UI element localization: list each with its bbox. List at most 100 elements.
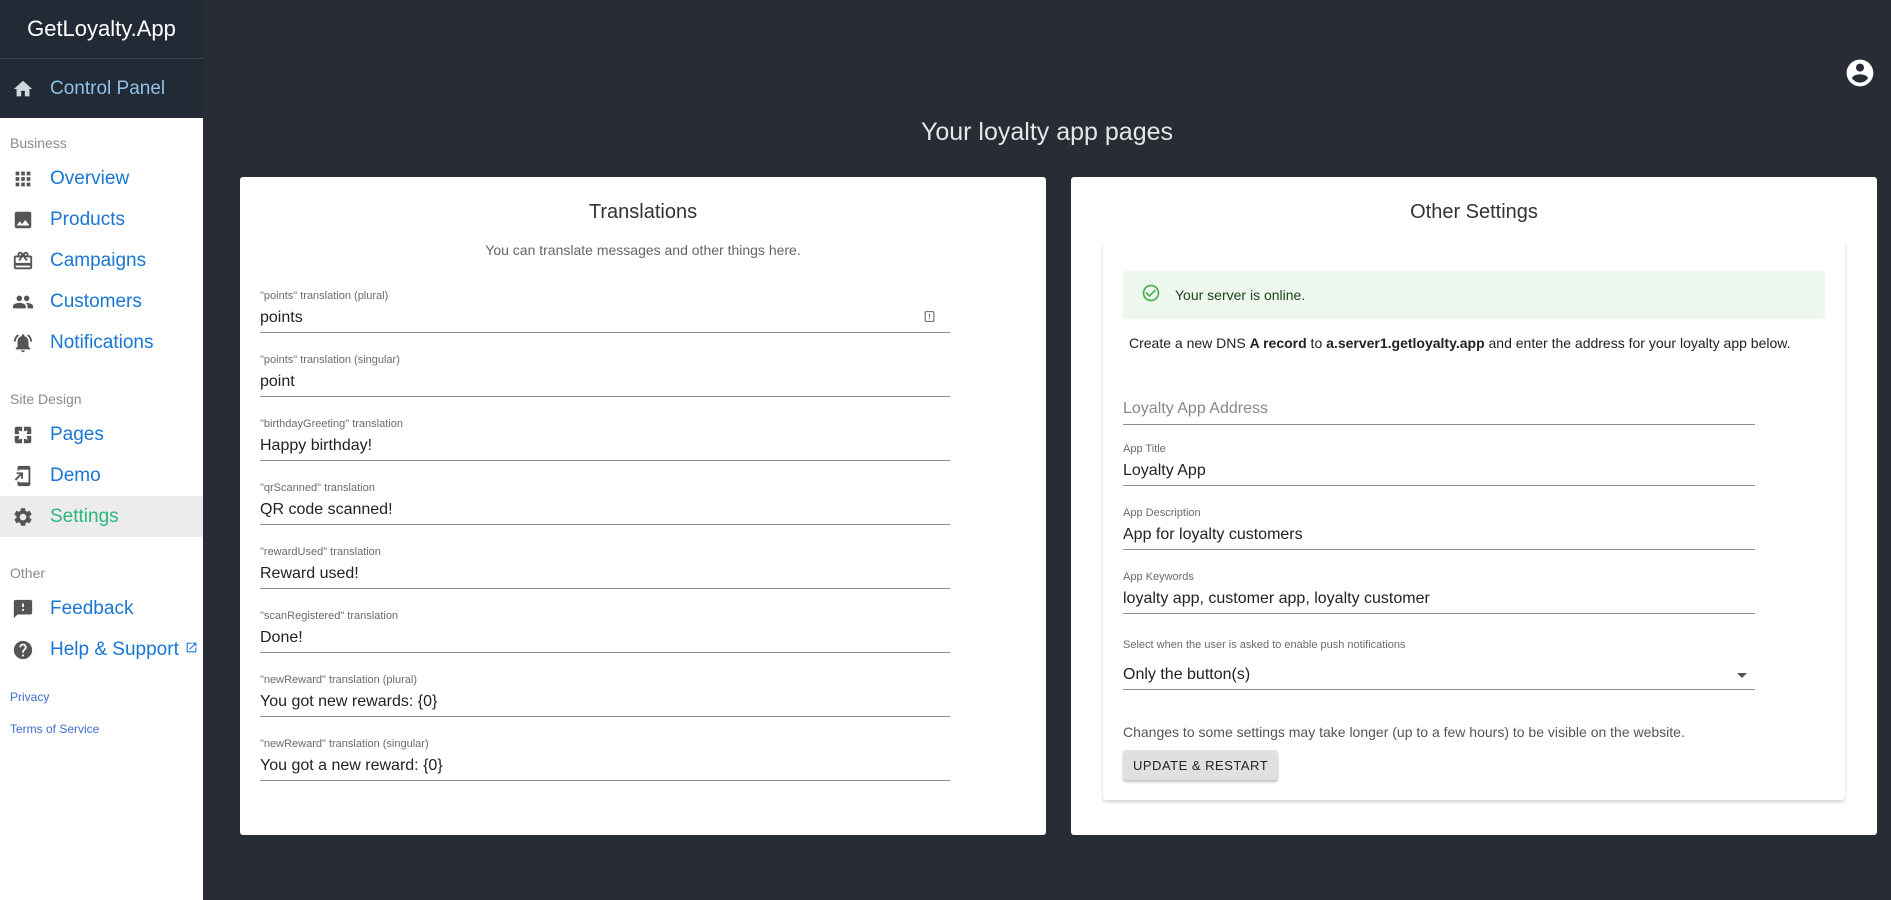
sidebar-item-label: Control Panel xyxy=(50,77,166,99)
gear-icon xyxy=(12,506,34,528)
app-brand[interactable]: GetLoyalty.App xyxy=(0,0,203,59)
sidebar-item-label: Customers xyxy=(50,290,142,312)
terms-link[interactable]: Terms of Service xyxy=(0,722,203,736)
field-label: "scanRegistered" translation xyxy=(260,610,399,622)
phone-link-icon xyxy=(12,465,34,487)
sidebar-item-notifications[interactable]: Notifications xyxy=(0,322,203,363)
sidebar-item-demo[interactable]: Demo xyxy=(0,455,203,496)
bell-ringing-icon xyxy=(12,332,34,354)
external-link-icon xyxy=(179,641,198,659)
image-icon xyxy=(12,209,34,231)
sidebar-item-help[interactable]: Help & Support xyxy=(0,629,203,670)
field-value[interactable]: QR code scanned! xyxy=(260,501,950,524)
field-label: "newReward" translation (singular) xyxy=(260,738,429,750)
field-value[interactable]: Loyalty App xyxy=(1123,462,1755,485)
translation-field-birthday-greeting[interactable]: "birthdayGreeting" translation Happy bir… xyxy=(260,418,950,461)
sidebar-item-label: Feedback xyxy=(50,597,134,619)
field-value[interactable]: points xyxy=(260,309,950,332)
sidebar-item-customers[interactable]: Customers xyxy=(0,281,203,322)
sidebar-item-overview[interactable]: Overview xyxy=(0,158,203,199)
field-value[interactable]: App for loyalty customers xyxy=(1123,526,1755,549)
sidebar-item-label: Demo xyxy=(50,464,101,486)
apps-grid-icon xyxy=(12,168,34,190)
page-title: Your loyalty app pages xyxy=(920,118,1174,146)
feedback-icon xyxy=(12,598,34,620)
home-icon xyxy=(12,78,34,100)
translation-field-points-singular[interactable]: "points" translation (singular) point xyxy=(260,354,950,397)
translation-field-new-reward-singular[interactable]: "newReward" translation (singular) You g… xyxy=(260,738,950,781)
sidebar-item-label: Campaigns xyxy=(50,249,147,271)
server-status-alert: Your server is online. xyxy=(1123,271,1825,319)
sidebar-item-settings[interactable]: Settings xyxy=(0,496,203,537)
translations-card: Translations You can translate messages … xyxy=(240,177,1046,835)
sidebar-item-label: Products xyxy=(50,208,125,230)
sidebar-item-feedback[interactable]: Feedback xyxy=(0,588,203,629)
field-value[interactable]: Happy birthday! xyxy=(260,437,950,460)
field-value[interactable]: loyalty app, customer app, loyalty custo… xyxy=(1123,590,1755,613)
dns-instructions: Create a new DNS A record to a.server1.g… xyxy=(1129,335,1790,351)
dns-prefix: Create a new DNS xyxy=(1129,335,1250,351)
sidebar-item-label: Overview xyxy=(50,167,130,189)
app-keywords-field[interactable]: App Keywords loyalty app, customer app, … xyxy=(1123,571,1755,614)
field-label: "newReward" translation (plural) xyxy=(260,674,417,686)
update-restart-button[interactable]: UPDATE & RESTART xyxy=(1123,750,1279,780)
app-description-field[interactable]: App Description App for loyalty customer… xyxy=(1123,507,1755,550)
field-label: "rewardUsed" translation xyxy=(260,546,381,558)
loyalty-app-address-field[interactable]: Loyalty App Address xyxy=(1123,400,1755,425)
sidebar-item-label: Notifications xyxy=(50,331,154,353)
app-title-field[interactable]: App Title Loyalty App xyxy=(1123,443,1755,486)
sidebar-item-pages[interactable]: Pages xyxy=(0,414,203,455)
select-value[interactable]: Only the button(s) xyxy=(1123,666,1755,689)
privacy-link[interactable]: Privacy xyxy=(0,690,203,704)
field-label: Select when the user is asked to enable … xyxy=(1123,639,1406,651)
section-label-other: Other xyxy=(10,565,46,581)
gift-card-icon xyxy=(12,250,34,272)
translations-title: Translations xyxy=(588,201,698,223)
push-notification-select[interactable]: Select when the user is asked to enable … xyxy=(1123,639,1755,690)
field-value[interactable]: Reward used! xyxy=(260,565,950,588)
field-label: App Title xyxy=(1123,443,1166,455)
field-label: App Keywords xyxy=(1123,571,1194,583)
translation-field-qr-scanned[interactable]: "qrScanned" translation QR code scanned! xyxy=(260,482,950,525)
help-icon xyxy=(12,639,34,661)
dns-record-type: A record xyxy=(1249,335,1307,351)
people-icon xyxy=(12,291,34,313)
field-value[interactable]: You got a new reward: {0} xyxy=(260,757,950,780)
pages-icon xyxy=(12,424,34,446)
sidebar-item-products[interactable]: Products xyxy=(0,199,203,240)
translation-field-new-reward-plural[interactable]: "newReward" translation (plural) You got… xyxy=(260,674,950,717)
dns-middle: to xyxy=(1306,335,1327,351)
sidebar-item-control-panel[interactable]: Control Panel xyxy=(0,59,203,118)
translations-subtitle: You can translate messages and other thi… xyxy=(485,242,801,258)
settings-panel: Your server is online. Create a new DNS … xyxy=(1103,241,1845,800)
field-label: "points" translation (singular) xyxy=(260,354,400,366)
field-label: "birthdayGreeting" translation xyxy=(260,418,403,430)
check-circle-icon xyxy=(1141,283,1161,308)
field-placeholder[interactable]: Loyalty App Address xyxy=(1123,400,1755,424)
field-label: App Description xyxy=(1123,507,1201,519)
field-label: "points" translation (plural) xyxy=(260,290,389,302)
settings-note: Changes to some settings may take longer… xyxy=(1123,724,1685,740)
server-status-text: Your server is online. xyxy=(1175,287,1306,303)
section-label-site-design: Site Design xyxy=(10,391,82,407)
sidebar-item-campaigns[interactable]: Campaigns xyxy=(0,240,203,281)
sidebar-item-label: Pages xyxy=(50,423,104,445)
translation-field-points-plural[interactable]: "points" translation (plural) points xyxy=(260,290,950,333)
field-label: "qrScanned" translation xyxy=(260,482,375,494)
field-value[interactable]: You got new rewards: {0} xyxy=(260,693,950,716)
sidebar-item-label: Settings xyxy=(50,505,119,527)
sidebar: GetLoyalty.App Control Panel Business Ov… xyxy=(0,0,203,900)
other-settings-card: Other Settings Your server is online. Cr… xyxy=(1071,177,1877,835)
dns-server-name: a.server1.getloyalty.app xyxy=(1326,335,1485,351)
other-settings-title: Other Settings xyxy=(1410,201,1538,223)
field-value[interactable]: point xyxy=(260,373,950,396)
sidebar-item-label: Help & Support xyxy=(50,638,179,660)
password-manager-icon[interactable] xyxy=(923,310,936,328)
chevron-down-icon[interactable] xyxy=(1737,673,1747,678)
account-circle-icon[interactable] xyxy=(1844,57,1876,89)
section-label-business: Business xyxy=(10,135,67,151)
translation-field-reward-used[interactable]: "rewardUsed" translation Reward used! xyxy=(260,546,950,589)
translation-field-scan-registered[interactable]: "scanRegistered" translation Done! xyxy=(260,610,950,653)
dns-suffix: and enter the address for your loyalty a… xyxy=(1484,335,1791,351)
field-value[interactable]: Done! xyxy=(260,629,950,652)
